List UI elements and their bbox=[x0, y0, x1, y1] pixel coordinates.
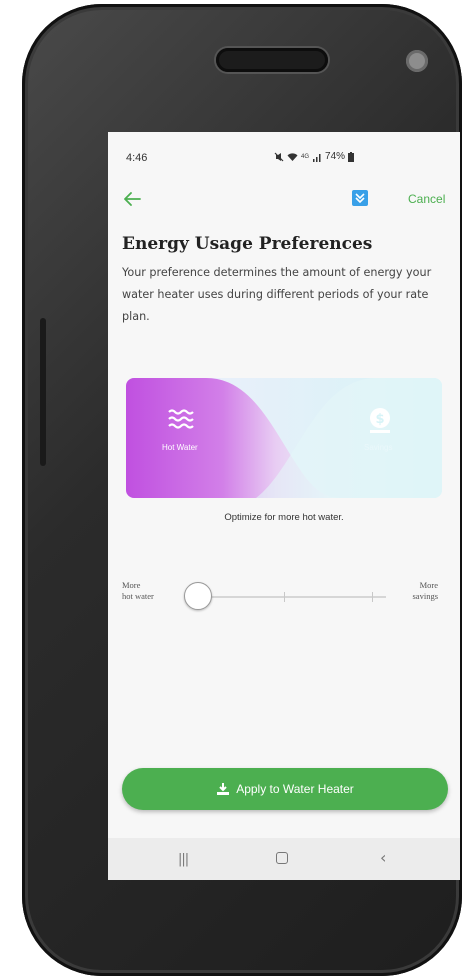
apply-button-label: Apply to Water Heater bbox=[236, 782, 354, 796]
hot-water-label: Hot Water bbox=[162, 443, 198, 452]
slider-track[interactable] bbox=[200, 592, 386, 602]
slider-right-label: More savings bbox=[412, 580, 439, 601]
phone-frame: 4:46 4G 74% Cancel Energy Usage Preferen… bbox=[22, 4, 462, 976]
cancel-button[interactable]: Cancel bbox=[408, 192, 445, 206]
savings-label: Savings bbox=[364, 443, 393, 452]
back-button[interactable] bbox=[120, 188, 146, 210]
mute-icon bbox=[274, 152, 284, 161]
signal-icon bbox=[313, 153, 321, 162]
preference-illustration: Hot Water $ Savings bbox=[126, 378, 442, 498]
apply-button[interactable]: Apply to Water Heater bbox=[122, 768, 448, 810]
side-button bbox=[40, 318, 46, 466]
slider-tick bbox=[372, 592, 373, 602]
slider-left-label: More hot water bbox=[122, 580, 154, 601]
network-label: 4G bbox=[301, 153, 310, 160]
arrow-left-icon bbox=[124, 192, 141, 206]
money-coin-icon: $ bbox=[370, 408, 390, 433]
optimize-caption: Optimize for more hot water. bbox=[224, 512, 344, 523]
back-chevron-icon[interactable]: ‹ bbox=[380, 848, 386, 867]
battery-icon bbox=[348, 151, 355, 162]
svg-text:$: $ bbox=[375, 412, 384, 427]
status-bar: 4:46 4G 74% bbox=[108, 132, 460, 176]
page-description: Your preference determines the amount of… bbox=[122, 266, 432, 323]
system-nav-bar: ||| ‹ bbox=[108, 838, 460, 880]
home-icon[interactable] bbox=[276, 852, 288, 864]
speaker-grille bbox=[216, 48, 328, 72]
status-icons: 4G 74% bbox=[274, 151, 355, 162]
front-camera bbox=[406, 50, 428, 72]
page-title: Energy Usage Preferences bbox=[122, 234, 373, 254]
app-screen: 4:46 4G 74% Cancel Energy Usage Preferen… bbox=[108, 132, 460, 880]
slider-thumb[interactable] bbox=[184, 582, 212, 610]
battery-percent: 74% bbox=[325, 151, 346, 162]
status-time: 4:46 bbox=[126, 152, 148, 164]
wifi-icon bbox=[287, 152, 298, 161]
download-menu-icon[interactable] bbox=[352, 190, 368, 206]
download-icon bbox=[217, 783, 230, 795]
illustration-graphic bbox=[126, 378, 442, 498]
slider-tick bbox=[284, 592, 285, 602]
recents-icon[interactable]: ||| bbox=[178, 852, 189, 867]
water-waves-icon bbox=[168, 409, 194, 429]
